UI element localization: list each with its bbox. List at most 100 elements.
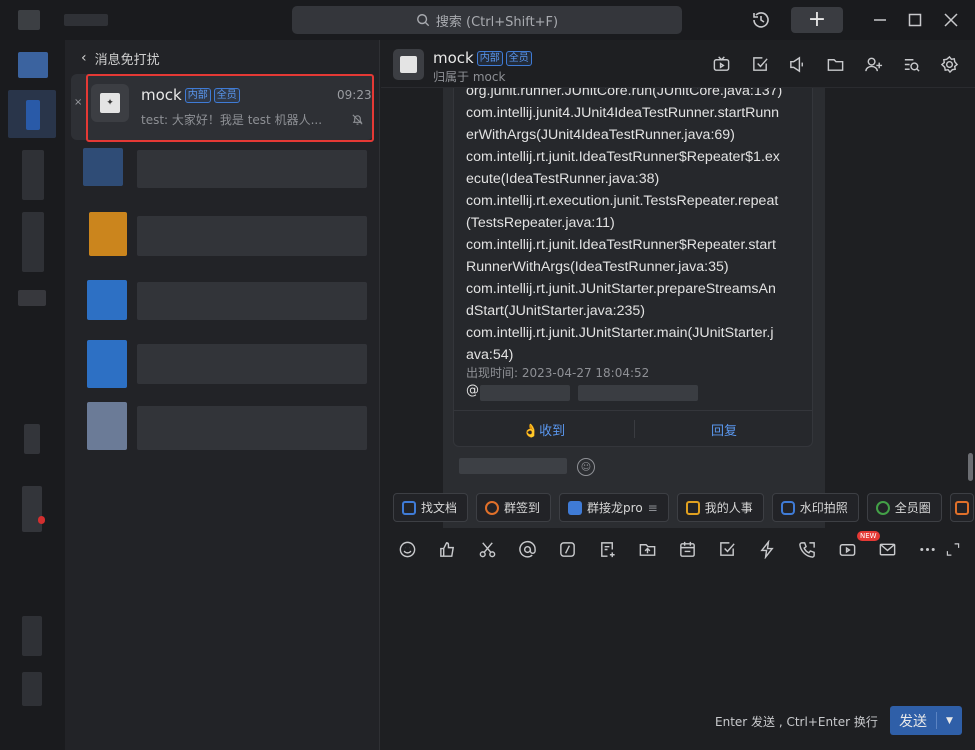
blurred-nav-item[interactable] (22, 150, 44, 200)
blurred-read-receipt (459, 458, 567, 474)
reply-button[interactable]: 回复 (634, 411, 812, 446)
message-line: com.intellij.junit4.JUnit4IdeaTestRunner… (466, 105, 780, 121)
minimize-icon[interactable] (870, 10, 890, 30)
notification-dot (38, 516, 45, 524)
search-chat-icon[interactable] (902, 55, 921, 74)
message-line: com.intellij.rt.execution.junit.TestsRep… (466, 193, 779, 209)
hr-icon (685, 500, 700, 515)
blurred-conversation[interactable] (87, 340, 127, 388)
scissors-icon[interactable] (478, 540, 497, 559)
tool-more[interactable] (949, 493, 974, 522)
internal-badge: 内部 (184, 87, 211, 103)
recycle-icon (875, 500, 890, 515)
blurred-nav-item[interactable] (22, 486, 42, 532)
blurred-mention[interactable] (578, 385, 698, 401)
lightning-icon[interactable] (758, 539, 777, 560)
blurred-nav-item[interactable] (22, 212, 44, 272)
blurred-conversation[interactable] (89, 212, 127, 256)
emoji-icon[interactable] (398, 540, 417, 559)
title-bar: 搜索 (Ctrl+Shift+F) + (0, 0, 975, 40)
mute-folder-title: 消息免打扰 (94, 52, 160, 68)
blurred-conversation[interactable] (87, 402, 127, 450)
chat-subtitle: 归属于 mock (433, 70, 506, 84)
slash-command-icon[interactable] (558, 540, 577, 559)
received-button[interactable]: 👌收到 (454, 411, 634, 446)
tool-my-hr[interactable]: 我的人事 (676, 493, 764, 522)
blurred-account (64, 14, 108, 26)
tool-group-checkin[interactable]: 群签到 (476, 493, 552, 522)
at-mention-icon[interactable] (518, 540, 537, 559)
blurred-conversation[interactable] (137, 406, 367, 450)
blurred-nav-item[interactable] (22, 672, 42, 706)
send-label: 发送 (899, 713, 927, 730)
tool-label: 群签到 (504, 501, 541, 515)
app-window: 搜索 (Ctrl+Shift+F) + ‹ 消息免打扰 × ✦ mock 内部 … (0, 0, 975, 750)
plus-icon: + (807, 7, 827, 32)
chat-area: mock 内部 全员 归属于 mock org.junit.runner.JUn… (381, 40, 975, 750)
blurred-nav-item[interactable] (24, 424, 40, 454)
blurred-conversation[interactable] (83, 148, 123, 186)
expand-icon[interactable] (945, 540, 961, 559)
conversation-name-row: mock 内部 全员 (141, 86, 240, 104)
phone-call-icon[interactable] (798, 540, 817, 559)
settings-gear-icon[interactable] (940, 55, 959, 74)
calendar-icon[interactable] (678, 540, 697, 559)
tool-find-doc[interactable]: 找文档 (393, 493, 469, 522)
mute-folder-header[interactable]: ‹ 消息免打扰 (81, 48, 160, 68)
tool-all-staff-circle[interactable]: 全员圈 (866, 493, 942, 522)
input-hint: Enter 发送 , Ctrl+Enter 换行 (715, 715, 878, 729)
live-video-icon[interactable] (838, 540, 857, 559)
blurred-conversation[interactable] (137, 282, 367, 320)
live-icon[interactable] (712, 55, 731, 74)
thumbs-up-icon[interactable] (438, 540, 457, 559)
blurred-conversation[interactable] (137, 150, 367, 188)
close-icon[interactable] (941, 10, 961, 30)
send-options-chevron-icon[interactable]: ▼ (937, 716, 962, 726)
message-line: erWithArgs(JUnit4IdeaTestRunner.java:69) (466, 127, 735, 143)
more-dots-icon[interactable] (918, 540, 937, 559)
history-icon[interactable] (751, 10, 771, 30)
blurred-conversation[interactable] (137, 344, 367, 384)
add-button[interactable]: + (791, 7, 843, 33)
checkbox-task-icon[interactable] (718, 540, 737, 559)
emoji-reaction-icon[interactable]: ☺ (577, 458, 595, 476)
blurred-conversation[interactable] (137, 216, 367, 256)
upload-folder-icon[interactable] (638, 540, 657, 559)
maximize-icon[interactable] (905, 10, 925, 30)
scrollbar[interactable] (968, 453, 973, 481)
conversation-time: 09:23 (337, 88, 372, 102)
back-chevron-icon[interactable]: ‹ (81, 50, 87, 66)
internal-badge: 内部 (476, 50, 503, 66)
left-nav-rail (0, 40, 65, 750)
action-divider (634, 420, 635, 438)
doc-add-icon[interactable] (598, 540, 617, 559)
message-line: com.intellij.rt.junit.JUnitStarter.prepa… (466, 281, 776, 297)
task-icon[interactable] (751, 55, 770, 74)
quick-tools-row: 找文档 群签到 群接龙pro ≡ 我的人事 水印拍照 全员圈 (393, 493, 974, 522)
all-staff-badge: 全员 (213, 87, 240, 103)
tool-label: 全员圈 (894, 501, 931, 515)
location-pin-icon (485, 500, 500, 515)
add-member-icon[interactable] (864, 55, 883, 74)
blurred-nav-item[interactable] (22, 616, 42, 656)
tool-group-relay[interactable]: 群接龙pro ≡ (559, 493, 669, 522)
close-item-icon[interactable]: × (74, 97, 82, 108)
blurred-conversation[interactable] (87, 280, 127, 320)
search-icon (416, 14, 430, 27)
send-button[interactable]: 发送 ▼ (890, 706, 962, 735)
message-line: (TestsRepeater.java:11) (466, 215, 615, 231)
tool-watermark-camera[interactable]: 水印拍照 (771, 493, 859, 522)
blurred-nav-item[interactable] (18, 52, 48, 78)
blurred-logo (18, 10, 40, 30)
message-line: ecute(IdeaTestRunner.java:38) (466, 171, 660, 187)
mail-icon[interactable] (878, 540, 897, 559)
tool-label: 我的人事 (704, 501, 753, 515)
blurred-nav-item[interactable] (18, 290, 46, 306)
announcement-icon[interactable] (788, 55, 807, 74)
blurred-nav-item[interactable] (26, 100, 40, 130)
folder-icon[interactable] (826, 55, 845, 74)
search-box[interactable]: 搜索 (Ctrl+Shift+F) (292, 6, 682, 34)
blurred-mention[interactable] (480, 385, 570, 401)
all-staff-badge: 全员 (505, 50, 532, 66)
menu-lines-icon: ≡ (647, 500, 658, 515)
